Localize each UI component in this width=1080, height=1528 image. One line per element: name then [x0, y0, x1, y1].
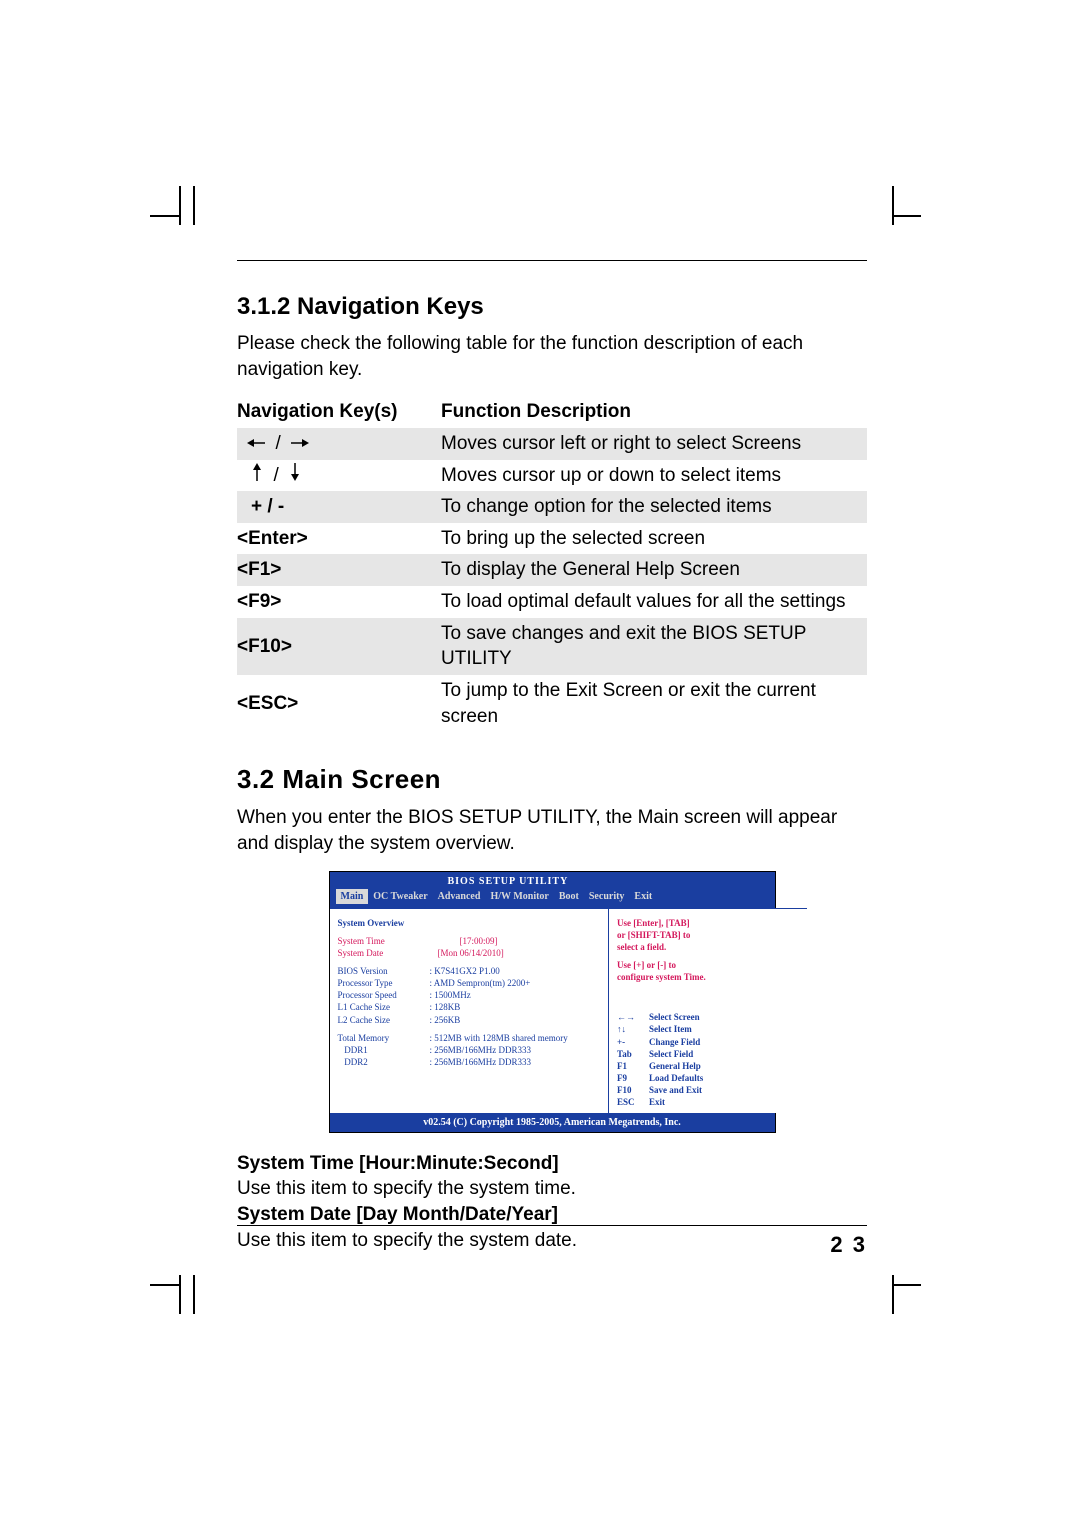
- th-desc: Function Description: [441, 396, 867, 428]
- table-row: / Moves cursor left or right to select S…: [237, 428, 867, 460]
- navigation-keys-table: Navigation Key(s) Function Description /…: [237, 396, 867, 732]
- bios-tab: Security: [584, 889, 630, 904]
- key: <F1>: [237, 554, 441, 586]
- section-32-intro: When you enter the BIOS SETUP UTILITY, t…: [237, 805, 867, 856]
- bios-title: BIOS SETUP UTILITY: [330, 872, 775, 889]
- page-number: 2 3: [830, 1232, 867, 1258]
- system-date-desc: Use this item to specify the system date…: [237, 1228, 867, 1254]
- page: 3.1.2 Navigation Keys Please check the f…: [0, 0, 1080, 1528]
- key: + / -: [237, 491, 441, 523]
- bios-tabs: Main OC Tweaker Advanced H/W Monitor Boo…: [330, 889, 775, 908]
- desc: To save changes and exit the BIOS SETUP …: [441, 618, 867, 675]
- th-key: Navigation Key(s): [237, 396, 441, 428]
- key-up-down-icon: /: [237, 460, 441, 492]
- system-time: System Time [17:00:09]: [338, 935, 601, 947]
- system-date: System Date [Mon 06/14/2010]: [338, 947, 601, 959]
- section-312-title: 3.1.2 Navigation Keys: [237, 293, 867, 321]
- desc: To load optimal default values for all t…: [441, 586, 867, 618]
- bios-tab: Advanced: [433, 889, 486, 904]
- system-date-heading: System Date [Day Month/Date/Year]: [237, 1202, 867, 1228]
- key-left-right-icon: /: [237, 428, 441, 460]
- section-312-intro: Please check the following table for the…: [237, 331, 867, 382]
- table-row: <F10> To save changes and exit the BIOS …: [237, 618, 867, 675]
- key: <F9>: [237, 586, 441, 618]
- desc: To display the General Help Screen: [441, 554, 867, 586]
- content-column: 3.1.2 Navigation Keys Please check the f…: [237, 260, 867, 1253]
- bios-left-pane: System Overview System Time [17:00:09] S…: [330, 908, 609, 1113]
- desc: Moves cursor up or down to select items: [441, 460, 867, 492]
- bios-tab-main: Main: [336, 889, 369, 904]
- bios-copyright: v02.54 (C) Copyright 1985-2005, American…: [330, 1113, 775, 1132]
- table-row: <ESC> To jump to the Exit Screen or exit…: [237, 675, 867, 732]
- desc: To jump to the Exit Screen or exit the c…: [441, 675, 867, 732]
- system-overview-heading: System Overview: [338, 917, 601, 929]
- system-time-desc: Use this item to specify the system time…: [237, 1176, 867, 1202]
- footer-rule: [237, 1225, 867, 1226]
- desc: To change option for the selected items: [441, 491, 867, 523]
- key: <Enter>: [237, 523, 441, 555]
- section-32-title: 3.2 Main Screen: [237, 764, 867, 795]
- table-row: / Moves cursor up or down to select item…: [237, 460, 867, 492]
- table-row: <F9> To load optimal default values for …: [237, 586, 867, 618]
- bios-right-pane: Use [Enter], [TAB] or [SHIFT-TAB] to sel…: [608, 908, 807, 1113]
- bios-tab: H/W Monitor: [485, 889, 553, 904]
- table-row: + / - To change option for the selected …: [237, 491, 867, 523]
- key: <F10>: [237, 618, 441, 675]
- bios-tab: OC Tweaker: [368, 889, 432, 904]
- bios-screenshot: BIOS SETUP UTILITY Main OC Tweaker Advan…: [329, 871, 776, 1133]
- table-row: <Enter> To bring up the selected screen: [237, 523, 867, 555]
- top-rule: [237, 260, 867, 261]
- desc: Moves cursor left or right to select Scr…: [441, 428, 867, 460]
- desc: To bring up the selected screen: [441, 523, 867, 555]
- bios-tab: Boot: [554, 889, 584, 904]
- system-time-heading: System Time [Hour:Minute:Second]: [237, 1151, 867, 1177]
- table-row: <F1> To display the General Help Screen: [237, 554, 867, 586]
- bios-tab: Exit: [629, 889, 657, 904]
- key: <ESC>: [237, 675, 441, 732]
